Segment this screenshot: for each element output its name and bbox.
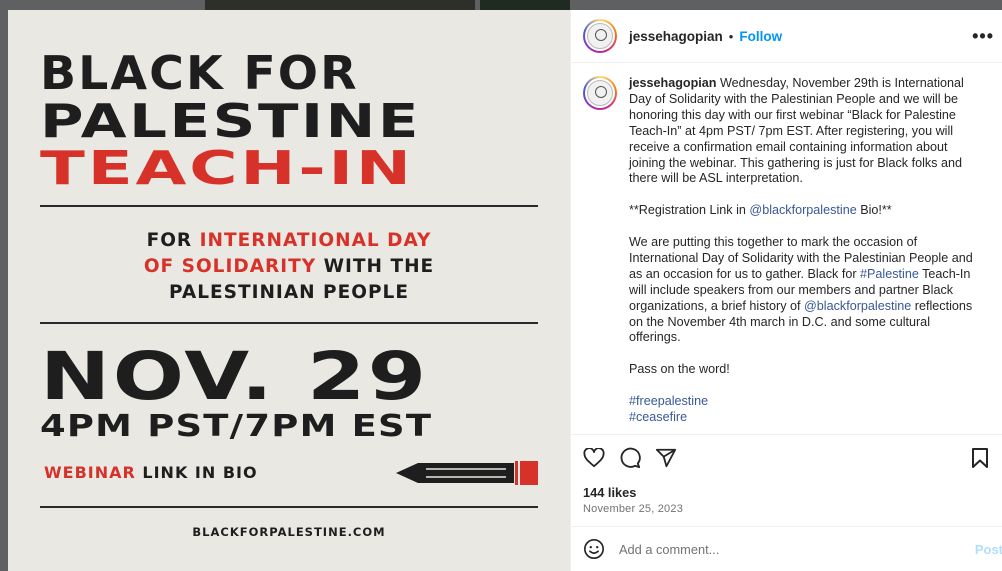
pencil-icon xyxy=(396,461,538,485)
mention-link[interactable]: @blackforpalestine xyxy=(749,203,856,217)
poster-subtitle-line2: OF SOLIDARITY WITH THE xyxy=(143,256,435,277)
poster-date: NOV. 29 xyxy=(40,338,429,415)
follow-button[interactable]: Follow xyxy=(739,29,782,44)
post-side-panel: jessehagopian • Follow ••• jessehagopian… xyxy=(570,10,1002,571)
profile-picture xyxy=(587,23,613,49)
heart-icon[interactable] xyxy=(583,448,605,468)
caption-paragraph: Pass on the word! xyxy=(629,362,730,377)
avatar[interactable] xyxy=(583,19,617,53)
comment-input[interactable]: Add a comment... xyxy=(619,542,719,557)
caption-paragraph: We are putting this together to mark the… xyxy=(629,235,973,345)
poster-title-line1: BLACK FOR xyxy=(40,46,359,100)
poster-website: BLACKFORPALESTINE.COM xyxy=(192,525,386,539)
poster-divider xyxy=(40,506,538,508)
background-image-strip xyxy=(205,0,475,10)
caption-paragraph: Wednesday, November 29th is Internationa… xyxy=(629,76,964,186)
background-image-strip xyxy=(480,0,570,10)
post-header: jessehagopian • Follow ••• xyxy=(571,10,1002,63)
caption-username[interactable]: jessehagopian xyxy=(629,76,717,90)
bookmark-icon[interactable] xyxy=(971,447,989,469)
post-date[interactable]: November 25, 2023 xyxy=(583,503,1002,515)
avatar[interactable] xyxy=(583,76,617,110)
poster-title-line3: TEACH-IN xyxy=(40,141,414,195)
emoji-icon[interactable] xyxy=(583,538,605,560)
poster-time: 4PM PST/7PM EST xyxy=(40,409,433,444)
poster-divider xyxy=(40,322,538,324)
post-modal: BLACK FOR PALESTINE TEACH-IN FOR INTERNA… xyxy=(8,10,1002,571)
poster-title-line2: PALESTINE xyxy=(40,94,422,148)
post-actions: 144 likes November 25, 2023 xyxy=(571,434,1002,515)
post-image[interactable]: BLACK FOR PALESTINE TEACH-IN FOR INTERNA… xyxy=(8,10,570,571)
comment-icon[interactable] xyxy=(619,447,641,469)
likes-count[interactable]: 144 likes xyxy=(583,485,1002,500)
username-link[interactable]: jessehagopian xyxy=(629,29,723,44)
caption-section: jessehagopian Wednesday, November 29th i… xyxy=(571,64,1002,434)
profile-picture xyxy=(587,80,613,106)
poster-subtitle-line3: PALESTINIAN PEOPLE xyxy=(169,282,409,303)
hashtag-link[interactable]: #freepalestine xyxy=(629,394,708,408)
hashtag-link[interactable]: #ceasefire xyxy=(629,410,687,424)
hashtag-link[interactable]: #Palestine xyxy=(860,267,919,281)
mention-link[interactable]: @blackforpalestine xyxy=(804,299,911,313)
more-horizontal-icon[interactable]: ••• xyxy=(972,26,994,47)
poster-divider xyxy=(40,205,538,207)
separator-dot: • xyxy=(728,28,734,44)
post-comment-button[interactable]: Post xyxy=(975,542,1002,557)
caption-text: jessehagopian Wednesday, November 29th i… xyxy=(629,76,985,434)
caption-paragraph: **Registration Link in @blackforpalestin… xyxy=(629,203,892,218)
poster-webinar-line: WEBINAR LINK IN BIO xyxy=(44,463,258,482)
poster-subtitle-line1: FOR INTERNATIONAL DAY xyxy=(146,230,432,251)
comment-bar: Add a comment... Post xyxy=(571,526,1002,571)
share-icon[interactable] xyxy=(655,447,677,469)
